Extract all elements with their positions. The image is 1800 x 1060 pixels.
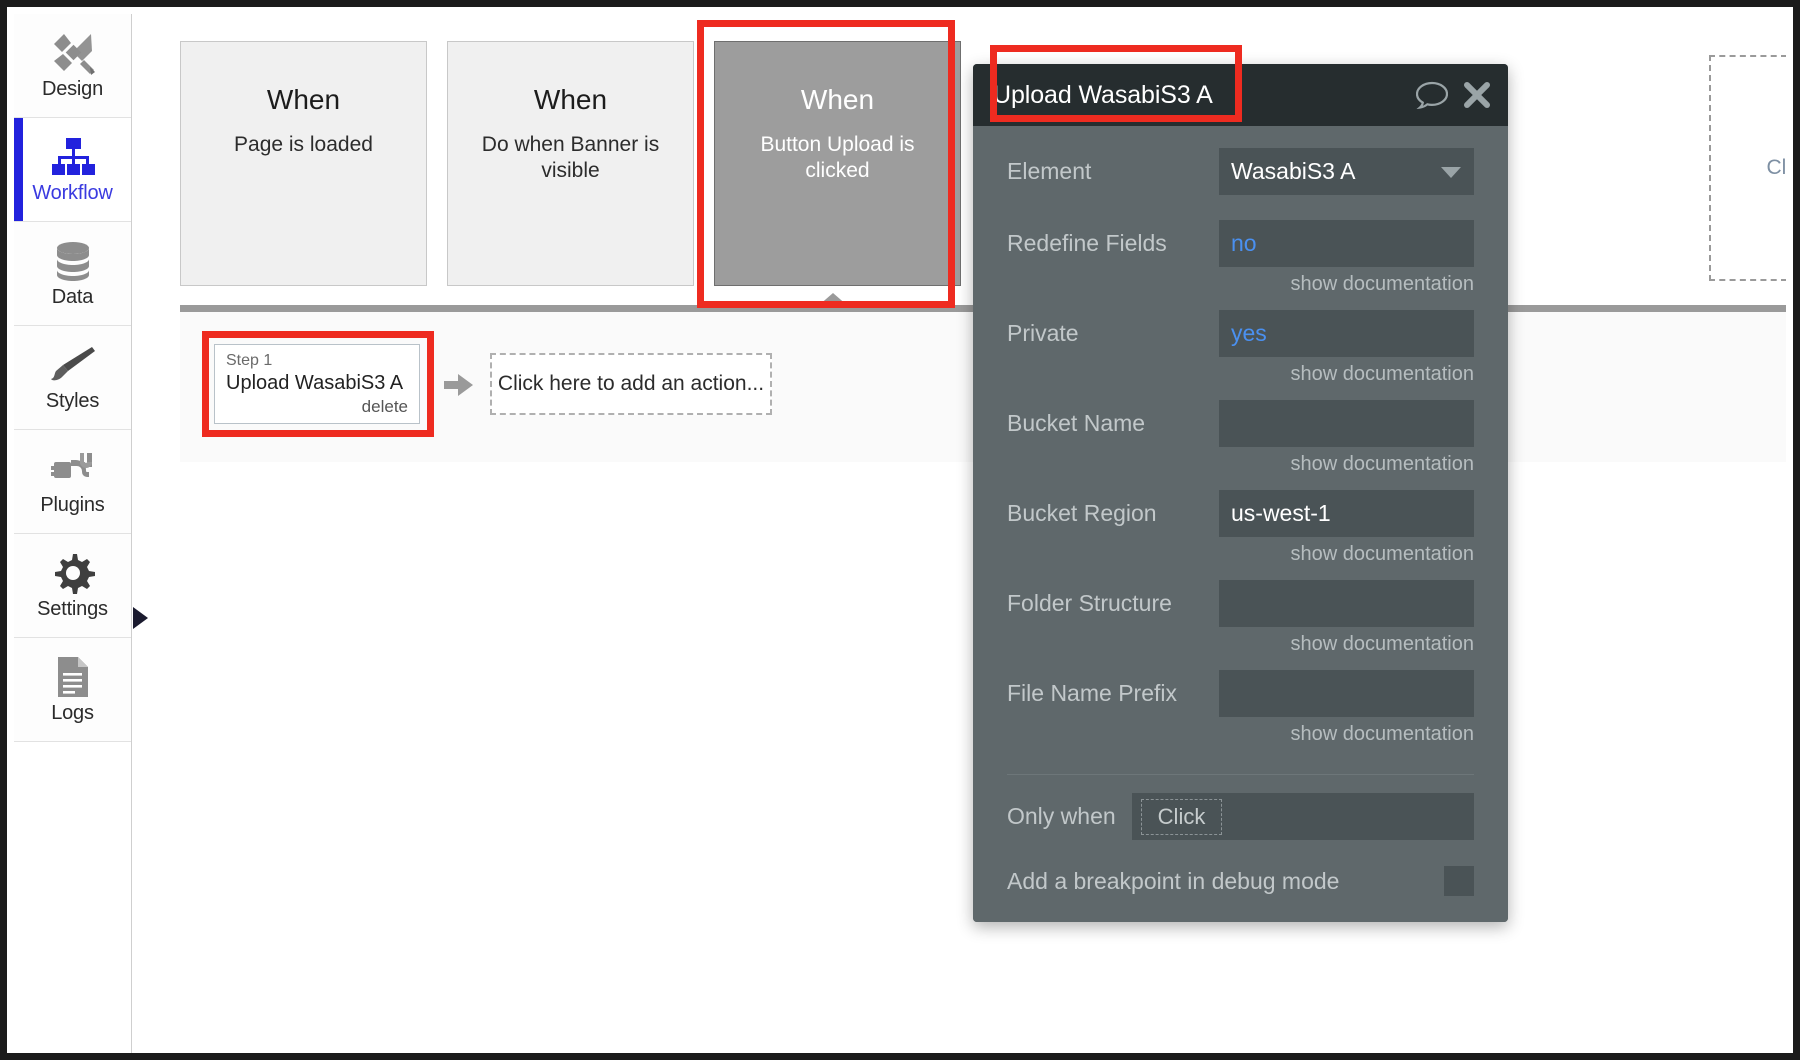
sidebar-item-styles[interactable]: Styles — [14, 326, 131, 430]
sidebar-item-design[interactable]: Design — [14, 14, 131, 118]
step-delete-link[interactable]: delete — [226, 397, 408, 417]
modal-footer: Only when Click Add a breakpoint in debu… — [973, 775, 1508, 922]
chevron-down-icon — [1441, 167, 1461, 178]
event-description: Button Upload is clicked — [760, 133, 915, 182]
show-documentation-link[interactable]: show documentation — [1219, 543, 1474, 566]
sidebar-item-label: Workflow — [32, 182, 113, 204]
modal-header: Upload WasabiS3 A — [973, 64, 1508, 126]
field-label: Folder Structure — [1007, 590, 1172, 616]
sidebar-collapse-arrow-icon[interactable] — [133, 607, 148, 629]
field-row-file-name-prefix: File Name Prefix show documentation — [1007, 670, 1474, 760]
show-documentation-link[interactable]: show documentation — [1219, 363, 1474, 386]
document-icon — [54, 654, 92, 700]
element-select[interactable]: WasabiS3 A — [1219, 148, 1474, 195]
sidebar-item-label: Plugins — [40, 494, 105, 516]
field-value: yes — [1231, 320, 1267, 346]
brush-icon — [50, 342, 96, 388]
design-icon — [50, 30, 96, 76]
gear-icon — [51, 550, 95, 596]
step-connector-arrow-icon — [444, 374, 473, 396]
event-when-label: When — [266, 84, 341, 115]
close-icon[interactable] — [1462, 80, 1492, 110]
bucket-region-input[interactable]: us-west-1 — [1219, 490, 1474, 537]
sidebar-item-label: Settings — [37, 598, 108, 620]
folder-structure-input[interactable] — [1219, 580, 1474, 627]
private-input[interactable]: yes — [1219, 310, 1474, 357]
field-label: Bucket Name — [1007, 410, 1146, 436]
only-when-field[interactable]: Click — [1131, 793, 1474, 840]
event-card[interactable]: When Do when Banner is visible — [447, 41, 694, 286]
only-when-chip[interactable]: Click — [1140, 798, 1223, 835]
sidebar-item-label: Design — [41, 78, 104, 100]
field-row-private: Private yes show documentation — [1007, 310, 1474, 400]
event-when-label: When — [533, 84, 608, 115]
sidebar-item-workflow[interactable]: Workflow — [14, 118, 131, 222]
workflow-canvas: When Page is loaded When Do when Banner … — [132, 14, 1786, 1046]
sidebar-item-plugins[interactable]: Plugins — [14, 430, 131, 534]
field-label: Redefine Fields — [1007, 230, 1167, 256]
edge-add-action-card[interactable]: Clic — [1709, 55, 1786, 281]
field-value: no — [1231, 230, 1257, 256]
sidebar-item-settings[interactable]: Settings — [14, 534, 131, 638]
bucket-name-input[interactable] — [1219, 400, 1474, 447]
sidebar-item-label: Data — [51, 286, 94, 308]
file-name-prefix-input[interactable] — [1219, 670, 1474, 717]
event-description: Do when Banner is visible — [481, 133, 660, 182]
only-when-label: Only when — [1007, 803, 1116, 829]
field-row-folder-structure: Folder Structure show documentation — [1007, 580, 1474, 670]
field-value: us-west-1 — [1231, 500, 1331, 526]
app-window: Design Workflow Data Styles Plugins Sett… — [0, 0, 1800, 1060]
event-card-selected[interactable]: When Button Upload is clicked — [714, 41, 961, 286]
step-number-label: Step 1 — [226, 352, 273, 369]
only-when-row: Only when Click — [1007, 793, 1474, 840]
database-icon — [51, 238, 95, 284]
speech-bubble-icon[interactable] — [1416, 81, 1448, 109]
action-properties-modal: Upload WasabiS3 A Element WasabiS3 A Red… — [973, 64, 1508, 922]
sidebar-item-data[interactable]: Data — [14, 222, 131, 326]
field-label: File Name Prefix — [1007, 680, 1177, 706]
events-row: When Page is loaded When Do when Banner … — [132, 14, 1786, 344]
workflow-icon — [50, 134, 96, 180]
workflow-step-card[interactable]: Step 1 Upload WasabiS3 A delete — [214, 344, 420, 424]
field-row-element: Element WasabiS3 A — [1007, 148, 1474, 220]
field-row-bucket-region: Bucket Region us-west-1 show documentati… — [1007, 490, 1474, 580]
edge-card-label: Clic — [1766, 156, 1787, 179]
redefine-fields-input[interactable]: no — [1219, 220, 1474, 267]
field-label: Element — [1007, 158, 1092, 184]
breakpoint-checkbox[interactable] — [1444, 866, 1474, 896]
sidebar-item-logs[interactable]: Logs — [14, 638, 131, 742]
field-label: Bucket Region — [1007, 500, 1157, 526]
show-documentation-link[interactable]: show documentation — [1219, 633, 1474, 656]
sidebar-item-label: Logs — [51, 702, 94, 724]
field-row-redefine-fields: Redefine Fields no show documentation — [1007, 220, 1474, 310]
field-row-bucket-name: Bucket Name show documentation — [1007, 400, 1474, 490]
event-description: Page is loaded — [234, 133, 373, 156]
modal-fields-list: Element WasabiS3 A Redefine Fields no sh… — [973, 126, 1508, 775]
add-action-button[interactable]: Click here to add an action... — [490, 353, 772, 415]
field-value: WasabiS3 A — [1231, 158, 1356, 184]
show-documentation-link[interactable]: show documentation — [1219, 723, 1474, 746]
sidebar-item-label: Styles — [45, 390, 100, 412]
show-documentation-link[interactable]: show documentation — [1219, 453, 1474, 476]
step-title-label: Upload WasabiS3 A — [226, 371, 404, 394]
event-when-label: When — [800, 84, 875, 115]
field-doc-spacer — [1219, 195, 1474, 220]
event-card[interactable]: When Page is loaded — [180, 41, 427, 286]
plug-icon — [50, 446, 96, 492]
breakpoint-row: Add a breakpoint in debug mode — [1007, 866, 1474, 896]
breakpoint-label: Add a breakpoint in debug mode — [1007, 867, 1340, 894]
left-sidebar: Design Workflow Data Styles Plugins Sett… — [14, 14, 132, 1053]
modal-title: Upload WasabiS3 A — [993, 80, 1213, 109]
field-label: Private — [1007, 320, 1079, 346]
show-documentation-link[interactable]: show documentation — [1219, 273, 1474, 296]
selected-event-caret-icon — [818, 293, 848, 306]
